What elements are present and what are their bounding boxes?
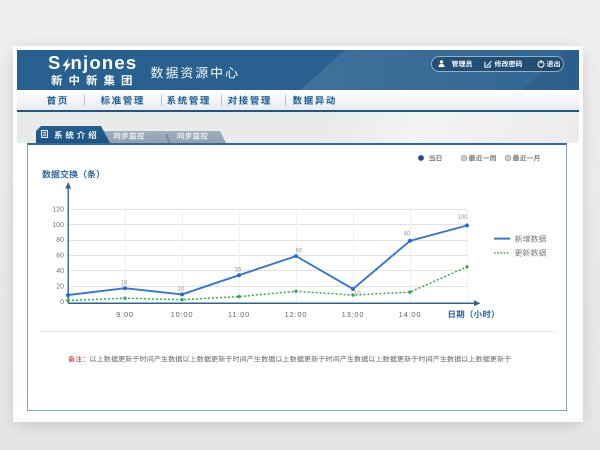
svg-text:10:00: 10:00 <box>171 310 194 319</box>
svg-text:14:00: 14:00 <box>399 310 422 319</box>
svg-text:13:00: 13:00 <box>342 310 365 319</box>
svg-text:120: 120 <box>52 207 64 214</box>
svg-text:11:00: 11:00 <box>228 310 250 319</box>
svg-text:10: 10 <box>354 292 361 298</box>
svg-text:40: 40 <box>56 268 64 275</box>
svg-text:100: 100 <box>457 215 468 221</box>
svg-text:80: 80 <box>404 232 411 238</box>
svg-text:80: 80 <box>56 237 64 244</box>
svg-text:100: 100 <box>52 222 64 229</box>
svg-text:60: 60 <box>296 249 303 255</box>
svg-text:9:00: 9:00 <box>116 310 134 319</box>
svg-text:20: 20 <box>56 284 64 291</box>
svg-text:10: 10 <box>178 287 185 293</box>
svg-text:0: 0 <box>60 299 64 306</box>
svg-text:60: 60 <box>56 253 64 260</box>
svg-text:12:00: 12:00 <box>285 310 308 319</box>
svg-text:35: 35 <box>235 268 242 274</box>
svg-text:18: 18 <box>121 281 128 287</box>
